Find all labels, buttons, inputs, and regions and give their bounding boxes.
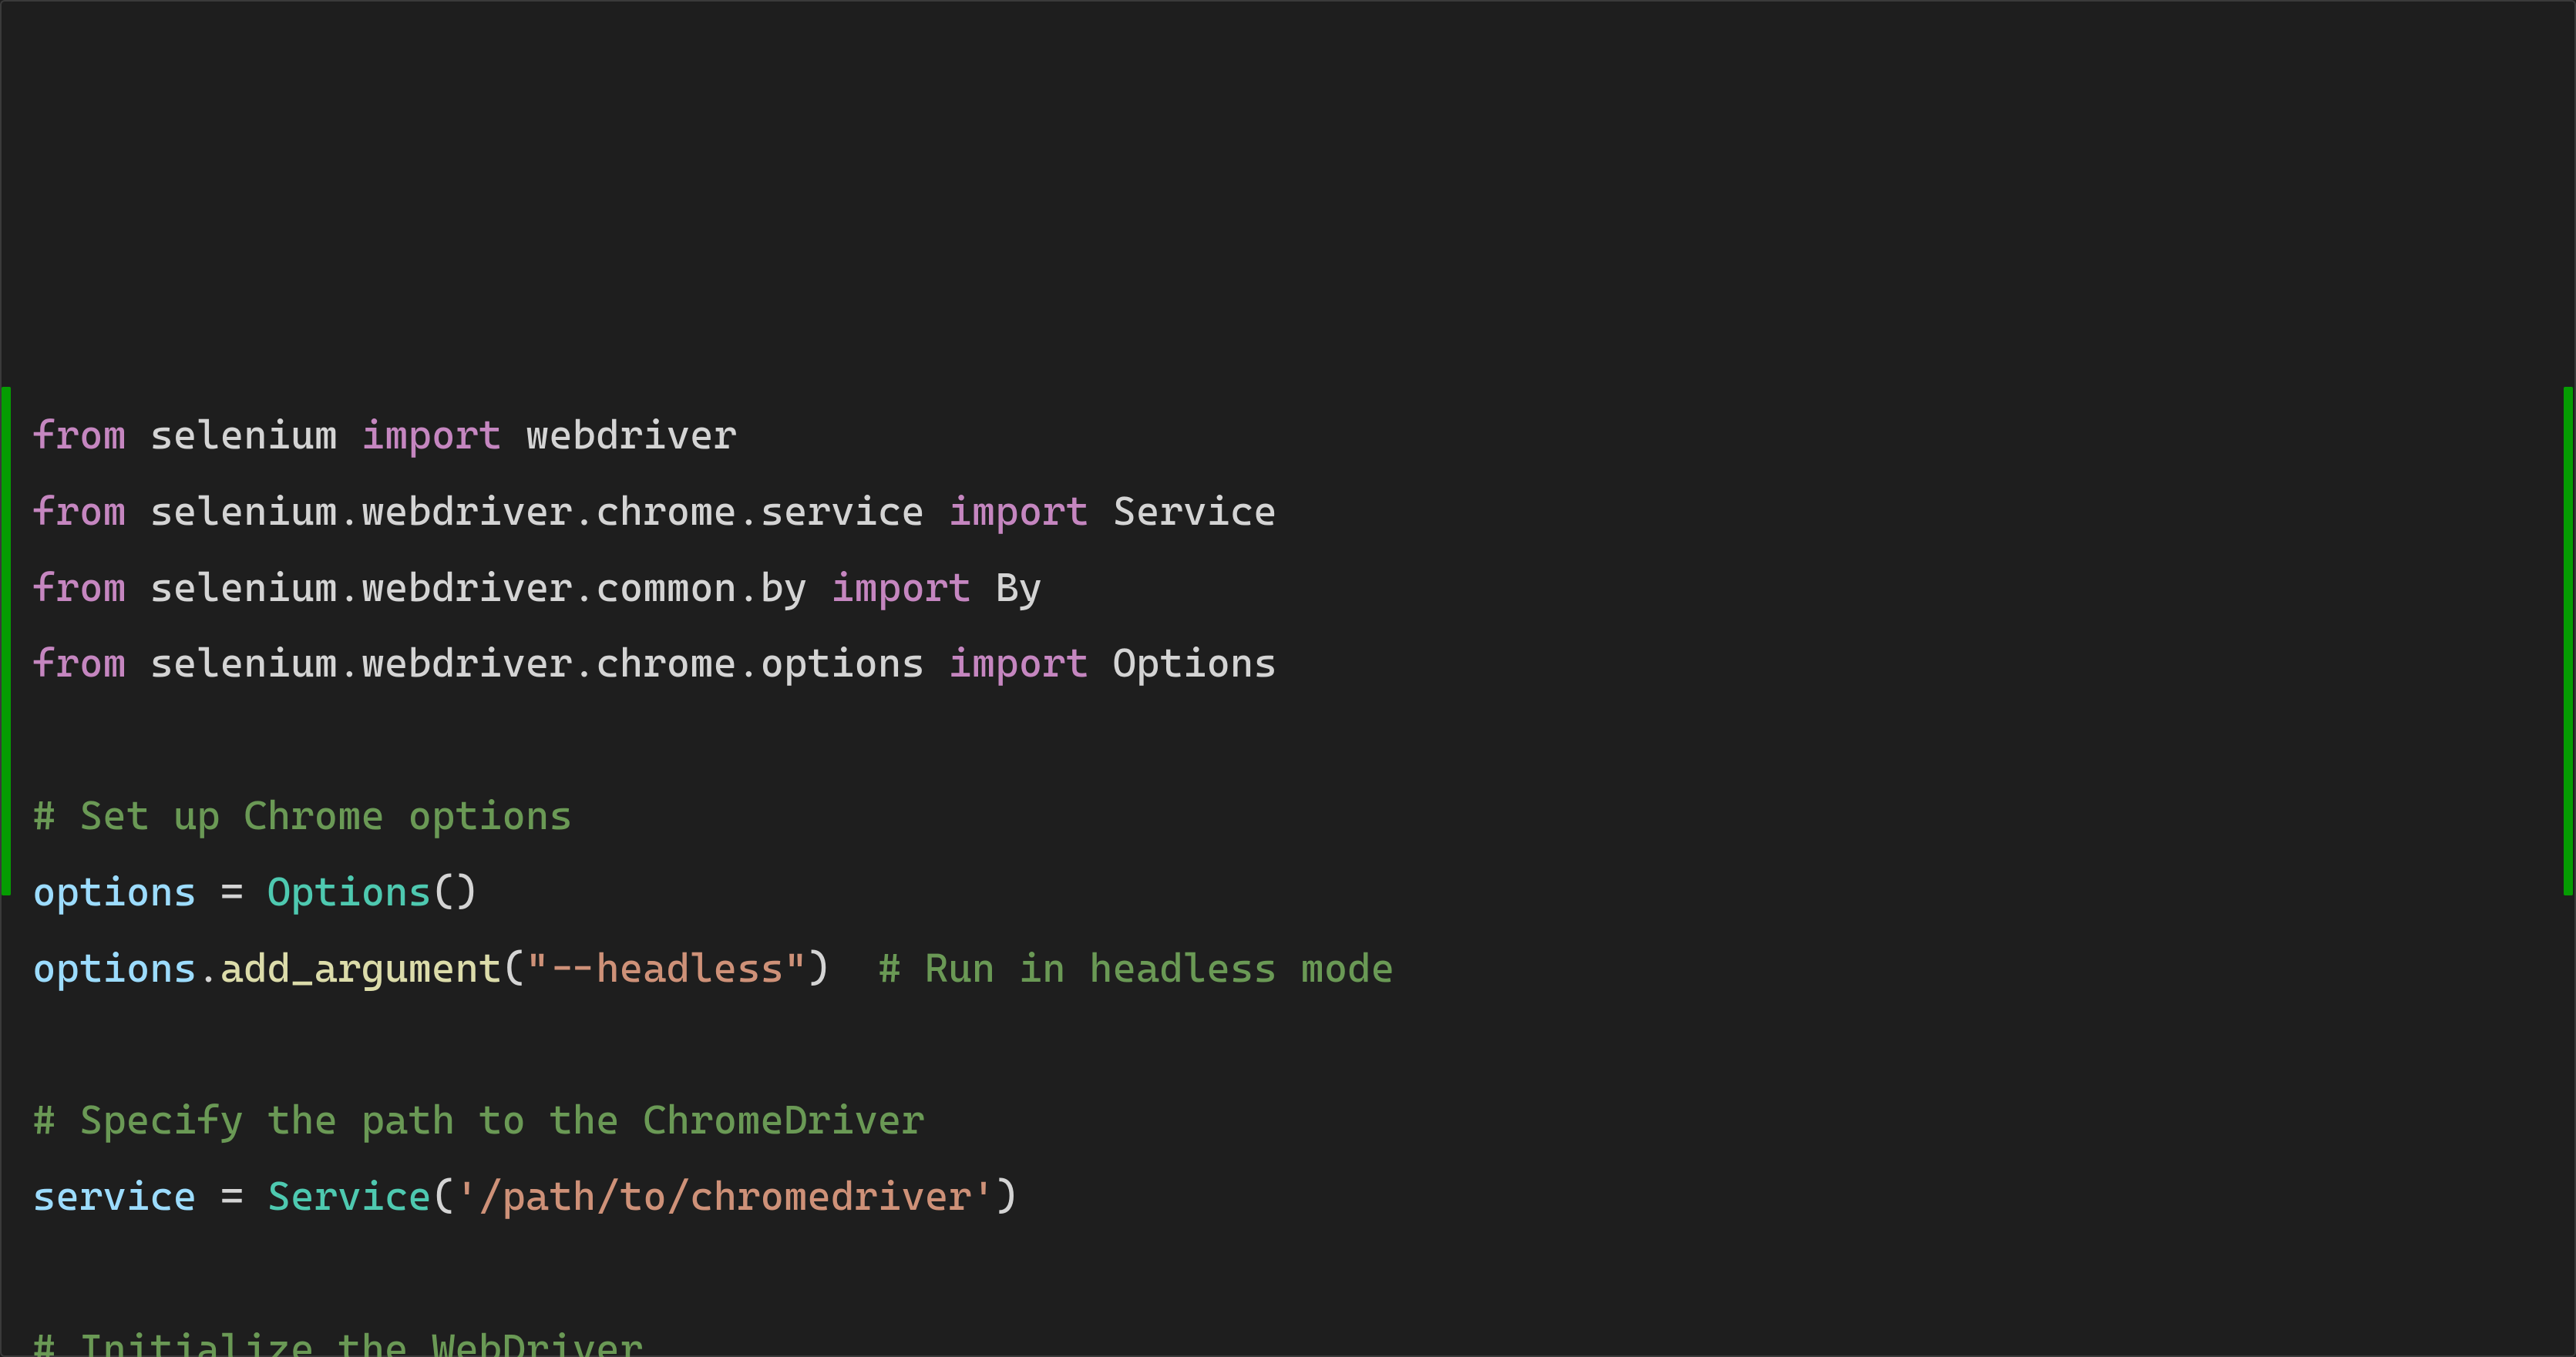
code-line[interactable]: # Initialize the WebDriver (32, 1312, 2574, 1357)
keyword-import: import (362, 412, 503, 458)
class-name: Service (267, 1174, 432, 1220)
keyword-from: from (32, 489, 126, 535)
code-line-blank[interactable] (32, 702, 2574, 778)
string-literal: '/path/to/chromedriver' (455, 1174, 995, 1220)
diff-marker-right (2564, 387, 2573, 895)
code-line[interactable]: from selenium.webdriver.chrome.service i… (32, 474, 2574, 550)
code-line[interactable]: # Specify the path to the ChromeDriver (32, 1083, 2574, 1159)
import-name: By (995, 565, 1042, 611)
import-name: Options (1113, 640, 1277, 687)
method-name: add_argument (220, 946, 503, 992)
comment: # Set up Chrome options (32, 793, 573, 839)
keyword-import: import (831, 565, 972, 611)
keyword-from: from (32, 640, 126, 687)
paren-open: ( (432, 869, 455, 915)
module-name: selenium (150, 412, 338, 458)
variable: service (32, 1174, 197, 1220)
code-line-blank[interactable] (32, 1235, 2574, 1312)
paren-close: ) (807, 946, 830, 992)
code-line[interactable]: from selenium.webdriver.common.by import… (32, 550, 2574, 626)
import-name: Service (1113, 489, 1277, 535)
operator-assign: = (197, 869, 267, 915)
class-name: Options (267, 869, 432, 915)
module-name: selenium.webdriver.chrome.options (150, 640, 924, 687)
keyword-import: import (948, 640, 1089, 687)
comment: # Specify the path to the ChromeDriver (32, 1097, 925, 1144)
module-name: selenium.webdriver.common.by (150, 565, 807, 611)
module-name: selenium.webdriver.chrome.service (150, 489, 924, 535)
keyword-from: from (32, 565, 126, 611)
comment: # Initialize the WebDriver (32, 1326, 643, 1357)
code-line[interactable]: options.add_argument("--headless") # Run… (32, 931, 2574, 1007)
code-line[interactable]: service = Service('/path/to/chromedriver… (32, 1159, 2574, 1235)
keyword-import: import (948, 489, 1089, 535)
paren-open: ( (502, 946, 525, 992)
code-line[interactable]: # Set up Chrome options (32, 778, 2574, 855)
variable: options (32, 946, 197, 992)
code-line[interactable]: from selenium import webdriver (32, 398, 2574, 474)
paren-open: ( (432, 1174, 455, 1220)
string-literal: "--headless" (526, 946, 808, 992)
variable: options (32, 869, 197, 915)
code-line[interactable]: from selenium.webdriver.chrome.options i… (32, 626, 2574, 702)
diff-marker-left (2, 387, 11, 895)
import-name: webdriver (526, 412, 737, 458)
paren-close: ) (995, 1174, 1018, 1220)
dot: . (197, 946, 220, 992)
code-editor[interactable]: from selenium import webdriverfrom selen… (0, 0, 2576, 1357)
code-line-blank[interactable] (32, 1006, 2574, 1083)
comment: # Run in headless mode (878, 946, 1394, 992)
code-line[interactable]: options = Options() (32, 855, 2574, 931)
keyword-from: from (32, 412, 126, 458)
paren-close: ) (455, 869, 478, 915)
operator-assign: = (197, 1174, 267, 1220)
